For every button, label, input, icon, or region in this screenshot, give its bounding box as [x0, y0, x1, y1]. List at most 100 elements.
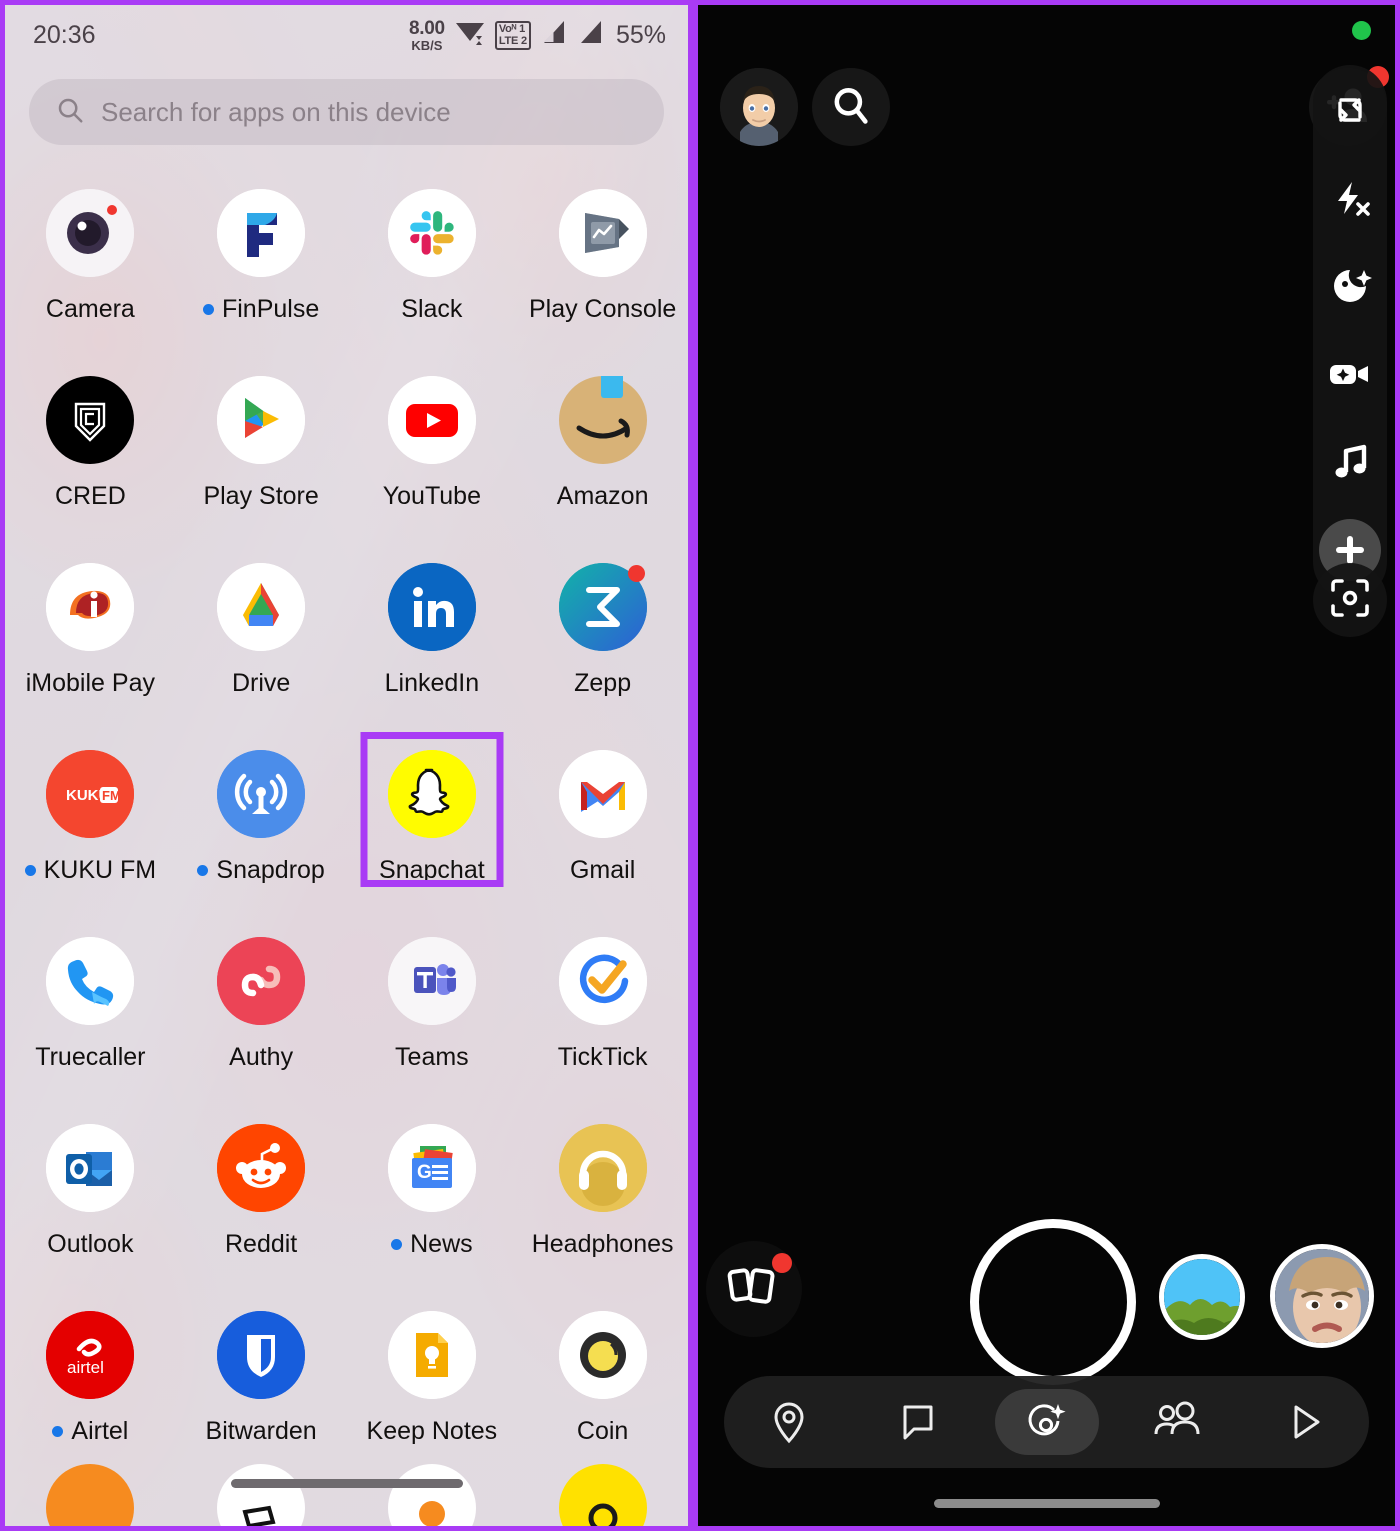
- music-note-icon[interactable]: [1319, 431, 1381, 493]
- search-input[interactable]: Search for apps on this device: [29, 79, 664, 145]
- app-item-imobile-pay[interactable]: iMobile Pay: [5, 553, 176, 740]
- app-item-headphones[interactable]: Headphones: [517, 1114, 688, 1301]
- status-bar: 20:36 8.00 KB/S Voᴺ 1 LTE 2 55%: [5, 5, 688, 65]
- bitmoji-avatar[interactable]: [720, 68, 798, 146]
- notification-dot: [52, 1426, 64, 1437]
- app-label: Amazon: [556, 482, 649, 510]
- app-item-authy[interactable]: Authy: [176, 927, 347, 1114]
- nav-map[interactable]: [737, 1389, 841, 1455]
- keep-notes-icon: [387, 1311, 476, 1399]
- app-item-cred[interactable]: CRED: [5, 366, 176, 553]
- snapchat-app-icon: [387, 750, 476, 838]
- app-item-coin[interactable]: Coin: [517, 1301, 688, 1488]
- bitwarden-icon: [217, 1311, 306, 1399]
- search-icon: [830, 84, 872, 131]
- video-effects-icon[interactable]: [1319, 343, 1381, 405]
- app-item-zepp[interactable]: Zepp: [517, 553, 688, 740]
- app-label: Keep Notes: [366, 1417, 498, 1445]
- svg-text:G: G: [417, 1162, 432, 1183]
- play-store-icon: [217, 376, 306, 464]
- app-label: Snapdrop: [197, 856, 325, 885]
- app-label: LinkedIn: [384, 669, 480, 697]
- camera-tool-column: [1313, 65, 1387, 599]
- volte-line-1: Voᴺ 1: [498, 22, 525, 35]
- app-item-drive[interactable]: Drive: [176, 553, 347, 740]
- volte-indicator: Voᴺ 1 LTE 2: [494, 20, 531, 50]
- lens-thumbnail-nature[interactable]: [1159, 1254, 1245, 1340]
- app-item-airtel[interactable]: airtel Airtel: [5, 1301, 176, 1488]
- authy-app-icon: [217, 937, 306, 1025]
- notification-dot: [197, 865, 209, 876]
- google-drive-icon: [217, 563, 306, 651]
- scan-icon: [1327, 575, 1373, 626]
- app-item-ticktick[interactable]: TickTick: [517, 927, 688, 1114]
- nav-friends[interactable]: [1124, 1389, 1228, 1455]
- app-item-kuku-fm[interactable]: KUKU FM KUKU FM: [5, 740, 176, 927]
- app-label: Drive: [231, 669, 291, 697]
- home-indicator[interactable]: [230, 1479, 463, 1488]
- notification-dot: [391, 1239, 403, 1250]
- flash-off-icon[interactable]: [1319, 167, 1381, 229]
- network-speed-indicator: 8.00 KB/S: [409, 19, 445, 52]
- app-item-news[interactable]: G News: [347, 1114, 518, 1301]
- truecaller-icon: [46, 937, 135, 1025]
- app-item-keep-notes[interactable]: Keep Notes: [347, 1301, 518, 1488]
- app-label: Airtel: [52, 1417, 128, 1446]
- status-bar-icons: 8.00 KB/S Voᴺ 1 LTE 2 55%: [409, 17, 666, 54]
- app-item-snapchat[interactable]: Snapchat: [347, 732, 518, 927]
- memories-badge: [772, 1253, 792, 1273]
- partial-app-3[interactable]: [347, 1464, 518, 1526]
- app-item-finpulse[interactable]: FinPulse: [176, 179, 347, 366]
- lens-filter-icon[interactable]: [1319, 255, 1381, 317]
- partial-app-1[interactable]: [5, 1464, 176, 1526]
- app-item-camera[interactable]: Camera: [5, 179, 176, 366]
- volte-line-2: LTE 2: [498, 34, 527, 47]
- app-item-slack[interactable]: Slack: [347, 179, 518, 366]
- search-button[interactable]: [812, 68, 890, 146]
- app-item-bitwarden[interactable]: Bitwarden: [176, 1301, 347, 1488]
- airtel-app-icon: airtel: [46, 1311, 135, 1399]
- app-item-snapdrop[interactable]: Snapdrop: [176, 740, 347, 927]
- lens-thumbnail-face[interactable]: [1270, 1244, 1374, 1348]
- app-item-reddit[interactable]: Reddit: [176, 1114, 347, 1301]
- app-label: Snapchat: [379, 856, 485, 884]
- memories-button[interactable]: [706, 1241, 802, 1337]
- coin-app-icon: [558, 1311, 647, 1399]
- app-label: Reddit: [224, 1230, 298, 1258]
- snapdrop-icon: [217, 750, 306, 838]
- app-item-linkedin[interactable]: LinkedIn: [347, 553, 518, 740]
- app-item-outlook[interactable]: Outlook: [5, 1114, 176, 1301]
- notification-badge: [627, 565, 645, 582]
- search-placeholder: Search for apps on this device: [101, 96, 451, 127]
- app-item-amazon[interactable]: Amazon: [517, 366, 688, 553]
- nav-camera[interactable]: [994, 1389, 1099, 1455]
- app-label: News: [391, 1230, 473, 1259]
- app-item-teams[interactable]: Teams: [347, 927, 518, 1114]
- nav-spotlight[interactable]: [1253, 1389, 1357, 1455]
- partial-app-4[interactable]: [517, 1464, 688, 1526]
- partial-app-2[interactable]: [176, 1464, 347, 1526]
- app-item-gmail[interactable]: Gmail: [517, 740, 688, 927]
- app-label: Outlook: [47, 1230, 134, 1258]
- app-item-truecaller[interactable]: Truecaller: [5, 927, 176, 1114]
- home-indicator[interactable]: [933, 1499, 1160, 1508]
- app-label: KUKU FM: [24, 856, 156, 885]
- notification-dot: [202, 304, 214, 315]
- capture-row: [698, 1211, 1395, 1385]
- app-item-youtube[interactable]: YouTube: [347, 366, 518, 553]
- app-item-play-console[interactable]: Play Console: [517, 179, 688, 366]
- kuku-fm-icon: KUKU FM: [46, 750, 135, 838]
- notification-dot: [24, 865, 36, 876]
- youtube-app-icon: [387, 376, 476, 464]
- app-label: Headphones: [531, 1230, 674, 1258]
- scan-button[interactable]: [1313, 563, 1387, 637]
- cred-app-icon: [46, 376, 135, 464]
- outlook-app-icon: [46, 1124, 135, 1212]
- app-item-play-store[interactable]: Play Store: [176, 366, 347, 553]
- wifi-icon: [454, 17, 486, 54]
- nav-chat[interactable]: [866, 1389, 970, 1455]
- headphones-app-icon: [558, 1124, 647, 1212]
- reddit-app-icon: [217, 1124, 306, 1212]
- shutter-button[interactable]: [970, 1219, 1136, 1385]
- flip-camera-icon[interactable]: [1319, 79, 1381, 141]
